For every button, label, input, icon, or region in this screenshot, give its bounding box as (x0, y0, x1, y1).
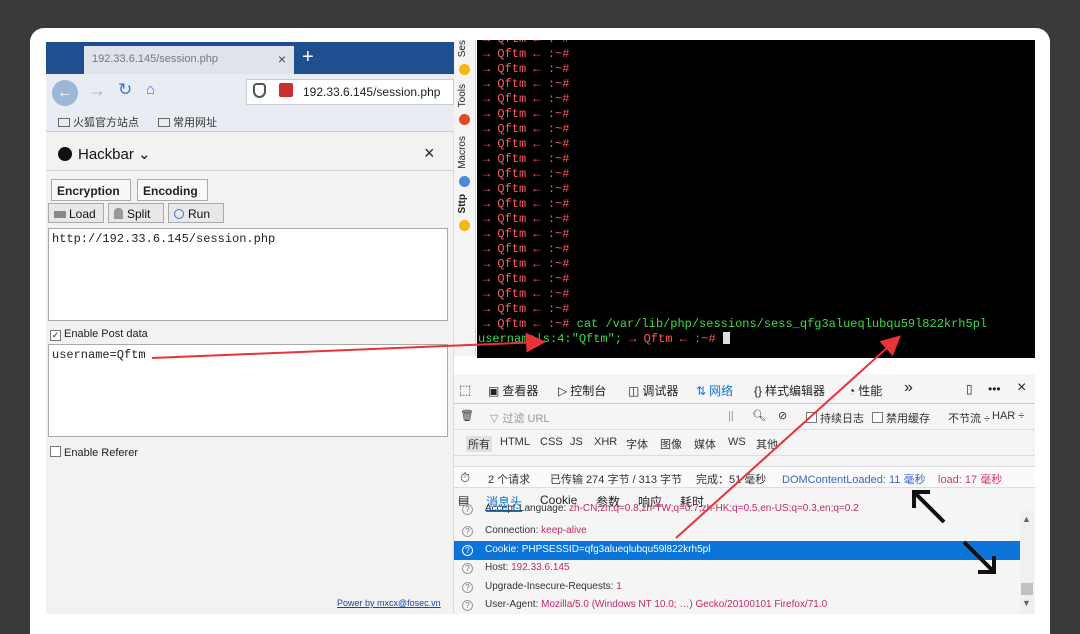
red-arrow-post-to-terminal (151, 332, 546, 359)
red-arrow-cookie-to-session (675, 335, 901, 539)
black-arrow-upleft-icon (912, 490, 946, 524)
black-arrow-downright-icon (962, 540, 996, 574)
annotation-arrows (151, 332, 996, 574)
